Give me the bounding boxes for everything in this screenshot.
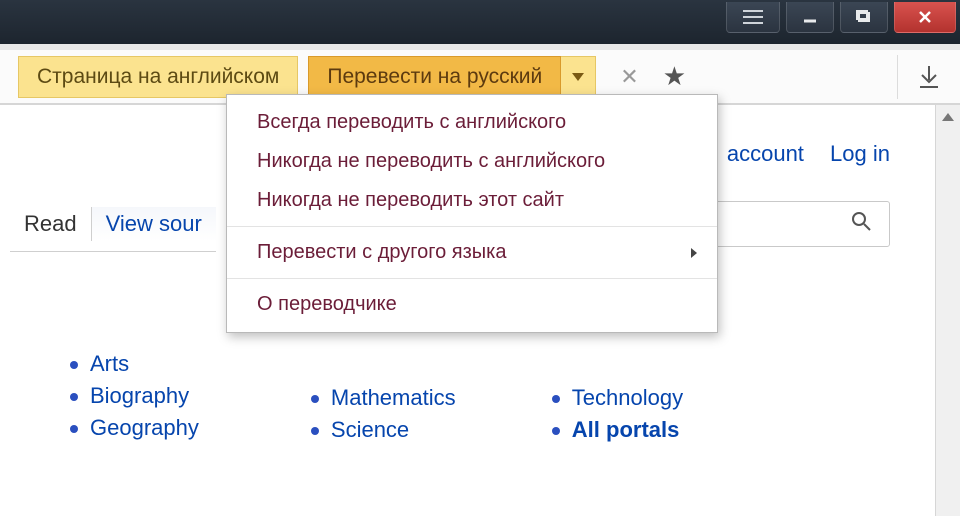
menu-separator [227,226,717,227]
list-item[interactable]: Geography [70,415,311,441]
list-item[interactable]: Science [311,417,552,443]
translate-options-menu: Всегда переводить с английского Никогда … [226,94,718,333]
toolbar-divider [897,55,898,99]
menu-separator [227,278,717,279]
menu-translate-from-other[interactable]: Перевести с другого языка [227,233,717,272]
list-item[interactable]: Mathematics [311,385,552,411]
bookmark-star-icon[interactable]: ★ [663,61,686,92]
portal-links: Arts Biography Geography Mathematics Sci… [70,345,800,449]
translate-info-label: Страница на английском [18,56,298,98]
list-item[interactable]: Arts [70,351,311,377]
chevron-down-icon [572,73,584,81]
translate-bar-close-button[interactable]: ✕ [620,64,638,90]
links-col-3: y Technology All portals [552,345,793,449]
tab-view-source[interactable]: View sour [91,207,216,241]
menu-never-translate-site[interactable]: Никогда не переводить этот сайт [227,181,717,220]
page-tabs: Read View sour [10,207,216,252]
hamburger-icon[interactable] [726,2,780,33]
list-item-all-portals[interactable]: All portals [552,417,793,443]
list-item[interactable]: Technology [552,385,793,411]
window-title-bar [0,0,960,50]
list-item[interactable]: Biography [70,383,311,409]
account-links: account Log in [707,141,890,167]
translate-dropdown-toggle[interactable] [561,56,596,98]
login-link[interactable]: Log in [830,141,890,166]
search-icon [851,211,871,237]
chevron-right-icon [691,248,697,258]
chevron-up-icon [942,113,954,121]
scrollbar[interactable] [935,105,960,516]
minimize-button[interactable] [786,2,834,33]
close-button[interactable] [894,2,956,33]
account-link[interactable]: account [727,141,804,166]
menu-always-translate[interactable]: Всегда переводить с английского [227,103,717,142]
translate-action-button[interactable]: Перевести на русский [308,56,561,98]
maximize-button[interactable] [840,2,888,33]
menu-never-translate-lang[interactable]: Никогда не переводить с английского [227,142,717,181]
downloads-button[interactable] [916,64,942,90]
tab-read[interactable]: Read [10,207,91,241]
links-col-2: Mathematics Science [311,379,552,449]
menu-about-translator[interactable]: О переводчике [227,285,717,324]
links-col-1: Arts Biography Geography [70,345,311,449]
